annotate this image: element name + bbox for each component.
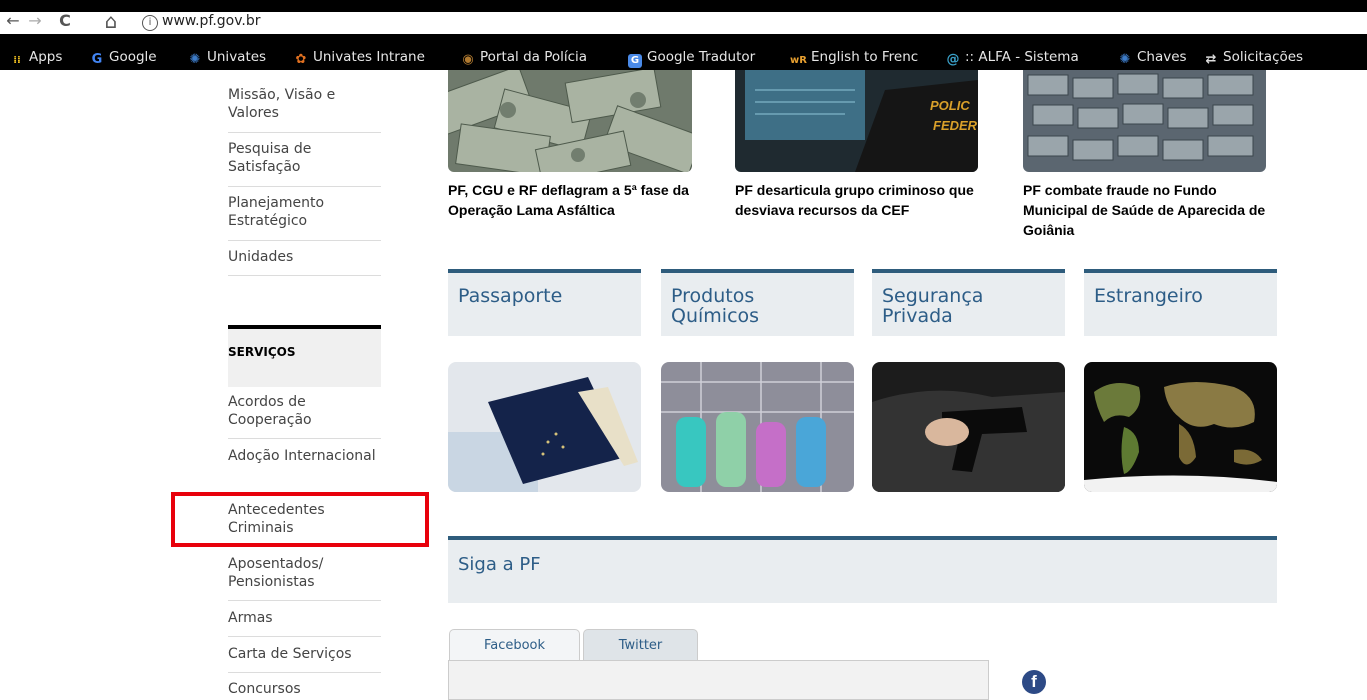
seized-cash-photo [1023,70,1266,172]
service-image-quimicos[interactable] [661,362,854,492]
sidebar-item-acordos[interactable]: Acordos de Cooperação [228,393,381,439]
bookmark-label: :: ALFA - Sistema [965,49,1079,65]
siga-pf-section: Siga a PF [448,536,1277,603]
bookmark-label: Univates Intrane [313,49,425,65]
translate-icon: G [628,54,642,68]
apps-grid-icon: ⁞⁞ [13,55,21,66]
site-info-icon[interactable]: i [142,15,158,31]
sidebar-item-missao[interactable]: Missão, Visão e Valores [228,86,381,133]
police-vest-lettering: POLIC [930,98,970,113]
social-feed-panel [448,660,989,700]
service-label: Passaporte [458,285,563,307]
service-image-estrangeiro[interactable] [1084,362,1277,492]
tab-twitter[interactable]: Twitter [583,629,698,660]
back-icon[interactable]: ← [4,10,22,32]
passport-photo [448,362,641,492]
service-label: Segurança Privada [882,285,984,327]
exchange-icon: ⇄ [1205,52,1217,67]
sidebar-item-carta-servicos[interactable]: Carta de Serviços [228,645,381,673]
sidebar-item-aposentados[interactable]: Aposentados/ Pensionistas [228,555,381,601]
bookmark-google-tradutor[interactable]: G Google Tradutor [628,44,755,70]
holstered-gun-photo [872,362,1065,492]
bookmark-english-french[interactable]: wR English to Frenc [790,44,918,70]
police-badge-icon: ◉ [462,52,474,67]
bookmark-label: Google Tradutor [647,49,756,65]
sidebar-item-antecedentes[interactable]: Antecedentes Criminais [228,501,381,547]
test-tubes-photo [661,362,854,492]
bookmark-univates-intranet[interactable]: ✿ Univates Intrane [294,44,425,70]
bookmarks-bar: ⁞⁞ Apps G Google ✺ Univates ✿ Univates Intra… [0,44,1367,70]
service-label: Produtos Químicos [671,285,760,327]
facebook-icon[interactable]: f [1022,670,1046,694]
bookmark-label: Univates [207,49,267,65]
news-title-1[interactable]: PF, CGU e RF deflagram a 5ª fase da Oper… [448,180,708,220]
bookmark-label: Chaves [1137,49,1187,65]
sidebar-item-concursos[interactable]: Concursos [228,680,381,700]
sidebar-item-adocao[interactable]: Adoção Internacional [228,447,381,493]
intranet-icon: ✿ [295,52,307,67]
news-title-2[interactable]: PF desarticula grupo criminoso que desvi… [735,180,985,220]
news-image-cash[interactable] [1023,70,1266,172]
service-image-passaporte[interactable] [448,362,641,492]
bookmark-apps[interactable]: ⁞⁞ Apps [10,44,62,70]
sidebar-item-pesquisa[interactable]: Pesquisa de Satisfação [228,140,381,187]
news-image-agent[interactable]: POLIC FEDER [735,70,978,172]
news-image-money[interactable] [448,70,692,172]
service-image-seguranca[interactable] [872,362,1065,492]
service-produtos-quimicos[interactable]: Produtos Químicos [661,269,854,336]
bookmark-label: Apps [29,49,63,65]
chaves-icon: ✺ [1119,52,1131,67]
sidebar-item-planejamento[interactable]: Planejamento Estratégico [228,194,381,241]
sidebar-heading-label: SERVIÇOS [228,345,296,359]
bookmark-alfa-sistema[interactable]: @:: ALFA - Sistema [946,44,1079,70]
police-vest-lettering: FEDER [933,118,978,133]
news-title-3[interactable]: PF combate fraude no Fundo Municipal de … [1023,180,1278,240]
address-bar[interactable]: www.pf.gov.br [162,13,261,29]
wordreference-icon: wR [790,55,807,66]
service-passaporte[interactable]: Passaporte [448,269,641,336]
money-stacks-photo [448,70,692,172]
sidebar-item-unidades[interactable]: Unidades [228,248,381,276]
service-label: Estrangeiro [1094,285,1203,307]
sidebar-heading-servicos: SERVIÇOS [228,325,381,387]
forward-icon[interactable]: → [26,10,44,32]
world-map-photo [1084,362,1277,492]
service-estrangeiro[interactable]: Estrangeiro [1084,269,1277,336]
univates-icon: ✺ [189,52,201,67]
bookmark-label: Solicitações [1223,49,1304,65]
bookmark-solicitacoes[interactable]: ⇄ Solicitações [1204,44,1304,70]
alfa-icon: @ [946,52,960,67]
home-icon[interactable]: ⌂ [102,10,120,32]
bookmark-label: English to Frenc [811,49,919,65]
sidebar-item-armas[interactable]: Armas [228,609,381,637]
service-seguranca-privada[interactable]: Segurança Privada [872,269,1065,336]
bookmark-label: Portal da Polícia [480,49,588,65]
bookmark-google[interactable]: G Google [90,44,157,70]
reload-icon[interactable]: C [56,10,74,32]
bookmark-chaves[interactable]: ✺ Chaves [1118,44,1187,70]
siga-pf-heading: Siga a PF [458,554,541,575]
bookmark-label: Google [109,49,157,65]
bookmark-portal-policia[interactable]: ◉ Portal da Polícia [461,44,587,70]
federal-police-agent-photo: POLIC FEDER [735,70,978,172]
tab-facebook[interactable]: Facebook [449,629,580,660]
bookmark-univates[interactable]: ✺ Univates [188,44,267,70]
google-icon: G [91,52,103,67]
